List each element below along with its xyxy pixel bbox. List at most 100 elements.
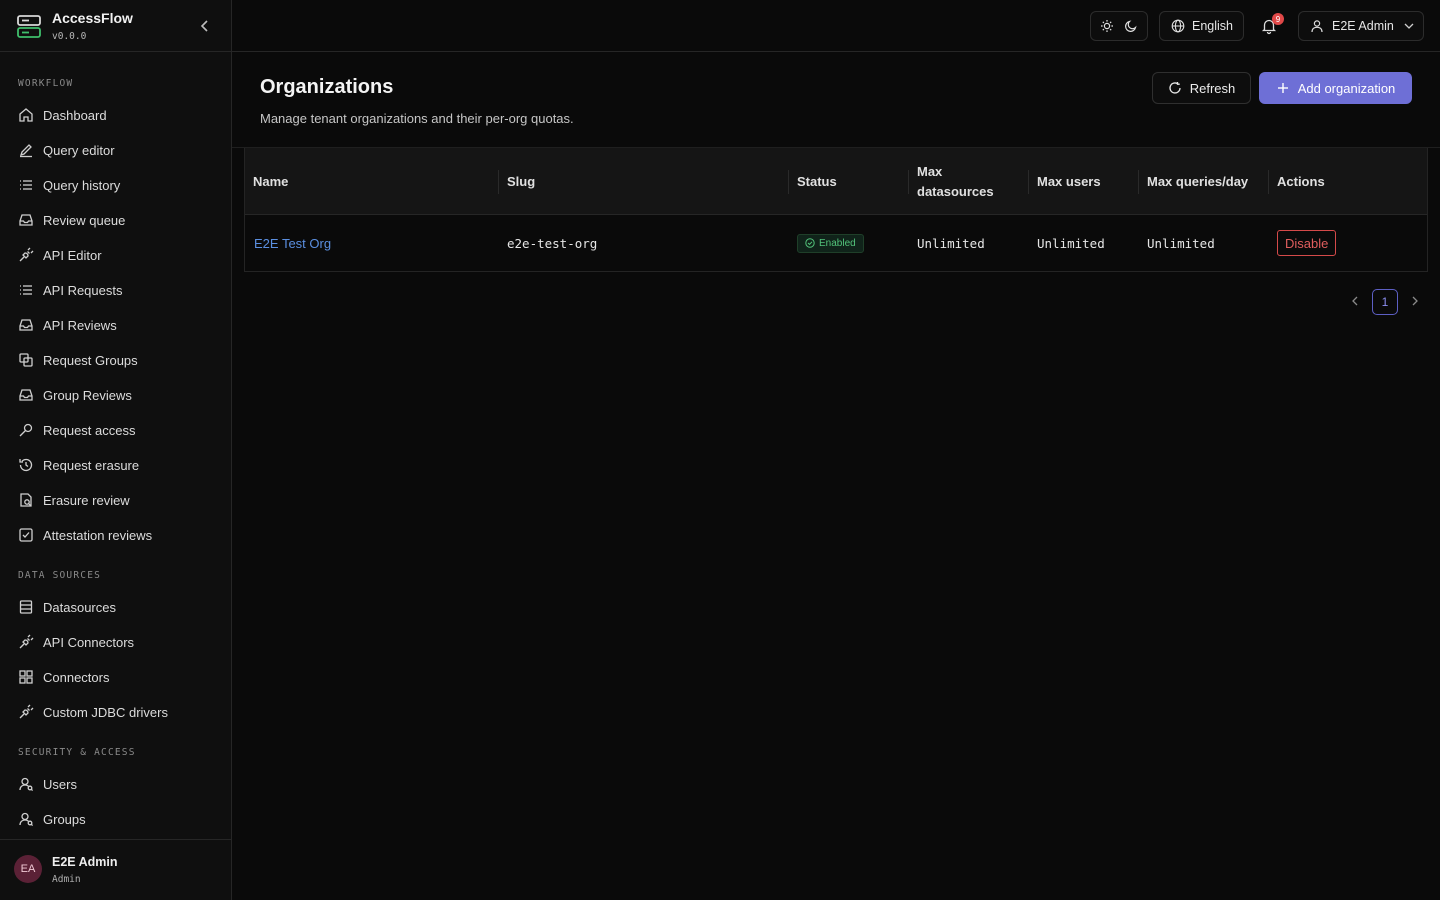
sidebar-item-label: API Connectors: [43, 634, 135, 650]
refresh-label: Refresh: [1189, 80, 1236, 96]
check-circle-icon: [805, 238, 815, 248]
disable-button[interactable]: Disable: [1277, 230, 1337, 256]
theme-toggle: [1090, 11, 1148, 41]
sidebar: AccessFlow v0.0.0 WORKFLOW Dashboard Que…: [0, 0, 232, 900]
file-check-icon: [18, 492, 34, 508]
refresh-button[interactable]: Refresh: [1152, 72, 1251, 104]
pagination-page-button[interactable]: 1: [1372, 289, 1398, 315]
column-header-name[interactable]: Name: [253, 148, 288, 215]
column-divider: [1028, 170, 1029, 194]
sidebar-item-label: Users: [43, 776, 77, 792]
language-selector[interactable]: English: [1159, 11, 1244, 41]
plug-icon: [18, 634, 34, 650]
brand-header: AccessFlow v0.0.0: [0, 0, 231, 52]
plus-icon: [1276, 81, 1290, 95]
organizations-table: Name Slug Status Max datasources Max use…: [244, 148, 1428, 272]
sidebar-item-dashboard[interactable]: Dashboard: [10, 100, 220, 130]
language-label: English: [1192, 19, 1233, 33]
column-divider: [498, 170, 499, 194]
sidebar-item-request-access[interactable]: Request access: [10, 415, 220, 445]
max-queries-value: Unlimited: [1147, 235, 1215, 251]
pencil-icon: [18, 142, 34, 158]
sidebar-item-connectors[interactable]: Connectors: [10, 662, 220, 692]
add-organization-button[interactable]: Add organization: [1259, 72, 1412, 104]
notification-count-badge: 9: [1272, 13, 1284, 25]
main-content: Organizations Manage tenant organization…: [232, 52, 1440, 900]
column-header-status[interactable]: Status: [797, 148, 837, 215]
sidebar-item-query-history[interactable]: Query history: [10, 170, 220, 200]
avatar: EA: [14, 855, 42, 883]
sidebar-item-datasources[interactable]: Datasources: [10, 592, 220, 622]
collapse-sidebar-chevron-left-icon[interactable]: [196, 17, 214, 35]
column-divider: [1268, 170, 1269, 194]
sun-icon[interactable]: [1100, 19, 1114, 33]
column-header-max-users[interactable]: Max users: [1037, 148, 1101, 215]
profile-name: E2E Admin: [52, 855, 118, 869]
status-badge-label: Enabled: [819, 237, 856, 249]
sidebar-item-label: API Editor: [43, 247, 102, 263]
column-header-actions: Actions: [1277, 173, 1325, 189]
org-name-link[interactable]: E2E Test Org: [254, 215, 331, 271]
checkbox-icon: [18, 527, 34, 543]
sidebar-item-users[interactable]: Users: [10, 769, 220, 799]
org-slug: e2e-test-org: [507, 235, 598, 251]
actions-cell: Disable: [1277, 215, 1337, 271]
sidebar-item-label: Review queue: [43, 212, 126, 228]
sidebar-item-erasure-review[interactable]: Erasure review: [10, 485, 220, 515]
section-title-security-access: SECURITY & ACCESS: [18, 747, 136, 758]
plug-icon: [18, 247, 34, 263]
chevron-right-icon[interactable]: [1408, 294, 1422, 308]
sidebar-item-api-requests[interactable]: API Requests: [10, 275, 220, 305]
sidebar-item-label: Request erasure: [43, 457, 140, 473]
sidebar-item-label: Group Reviews: [43, 387, 132, 403]
sidebar-item-request-groups[interactable]: Request Groups: [10, 345, 220, 375]
server-logo-icon: [17, 13, 41, 39]
sidebar-item-groups[interactable]: Groups: [10, 804, 220, 834]
column-header-line: Max: [917, 163, 943, 179]
sidebar-item-label: Query editor: [43, 142, 115, 158]
section-title-workflow: WORKFLOW: [18, 78, 74, 89]
grid-icon: [18, 669, 34, 685]
sidebar-user-profile[interactable]: EA E2E Admin Admin: [0, 839, 231, 900]
sidebar-item-query-editor[interactable]: Query editor: [10, 135, 220, 165]
chevron-left-icon[interactable]: [1348, 294, 1362, 308]
key-icon: [18, 422, 34, 438]
column-header-max-queries-per-day[interactable]: Max queries/day: [1147, 148, 1248, 215]
sidebar-item-custom-jdbc-drivers[interactable]: Custom JDBC drivers: [10, 697, 220, 727]
page-subtitle: Manage tenant organizations and their pe…: [260, 111, 574, 126]
sidebar-item-group-reviews[interactable]: Group Reviews: [10, 380, 220, 410]
sidebar-item-request-erasure[interactable]: Request erasure: [10, 450, 220, 480]
home-icon: [18, 107, 34, 123]
sidebar-item-api-connectors[interactable]: API Connectors: [10, 627, 220, 657]
sidebar-item-review-queue[interactable]: Review queue: [10, 205, 220, 235]
max-users-value: Unlimited: [1037, 235, 1105, 251]
page-title: Organizations: [260, 76, 394, 98]
list-icon: [18, 177, 34, 193]
user-menu[interactable]: E2E Admin: [1298, 11, 1424, 41]
table-row: E2E Test Org e2e-test-org Enabled Unlimi…: [245, 215, 1427, 271]
user-icon: [1310, 19, 1324, 33]
plug-icon: [18, 704, 34, 720]
column-divider: [908, 170, 909, 194]
max-datasources-value: Unlimited: [917, 235, 985, 251]
column-header-max-datasources[interactable]: Max datasources: [917, 148, 994, 215]
sidebar-item-api-reviews[interactable]: API Reviews: [10, 310, 220, 340]
sidebar-item-label: Request Groups: [43, 352, 138, 368]
copy-icon: [18, 352, 34, 368]
inbox-icon: [18, 317, 34, 333]
sidebar-item-label: Attestation reviews: [43, 527, 153, 543]
moon-icon[interactable]: [1124, 19, 1138, 33]
globe-icon: [1171, 19, 1185, 33]
sidebar-item-api-editor[interactable]: API Editor: [10, 240, 220, 270]
inbox-icon: [18, 212, 34, 228]
sidebar-item-label: Dashboard: [43, 107, 107, 123]
chevron-down-icon: [1402, 19, 1416, 33]
sidebar-item-label: API Reviews: [43, 317, 117, 333]
app-version: v0.0.0: [52, 31, 87, 42]
section-title-data-sources: DATA SOURCES: [18, 570, 102, 581]
sidebar-item-attestation-reviews[interactable]: Attestation reviews: [10, 520, 220, 550]
user-search-icon: [18, 776, 34, 792]
list-icon: [18, 282, 34, 298]
column-divider: [1138, 170, 1139, 194]
column-header-slug[interactable]: Slug: [507, 148, 535, 215]
